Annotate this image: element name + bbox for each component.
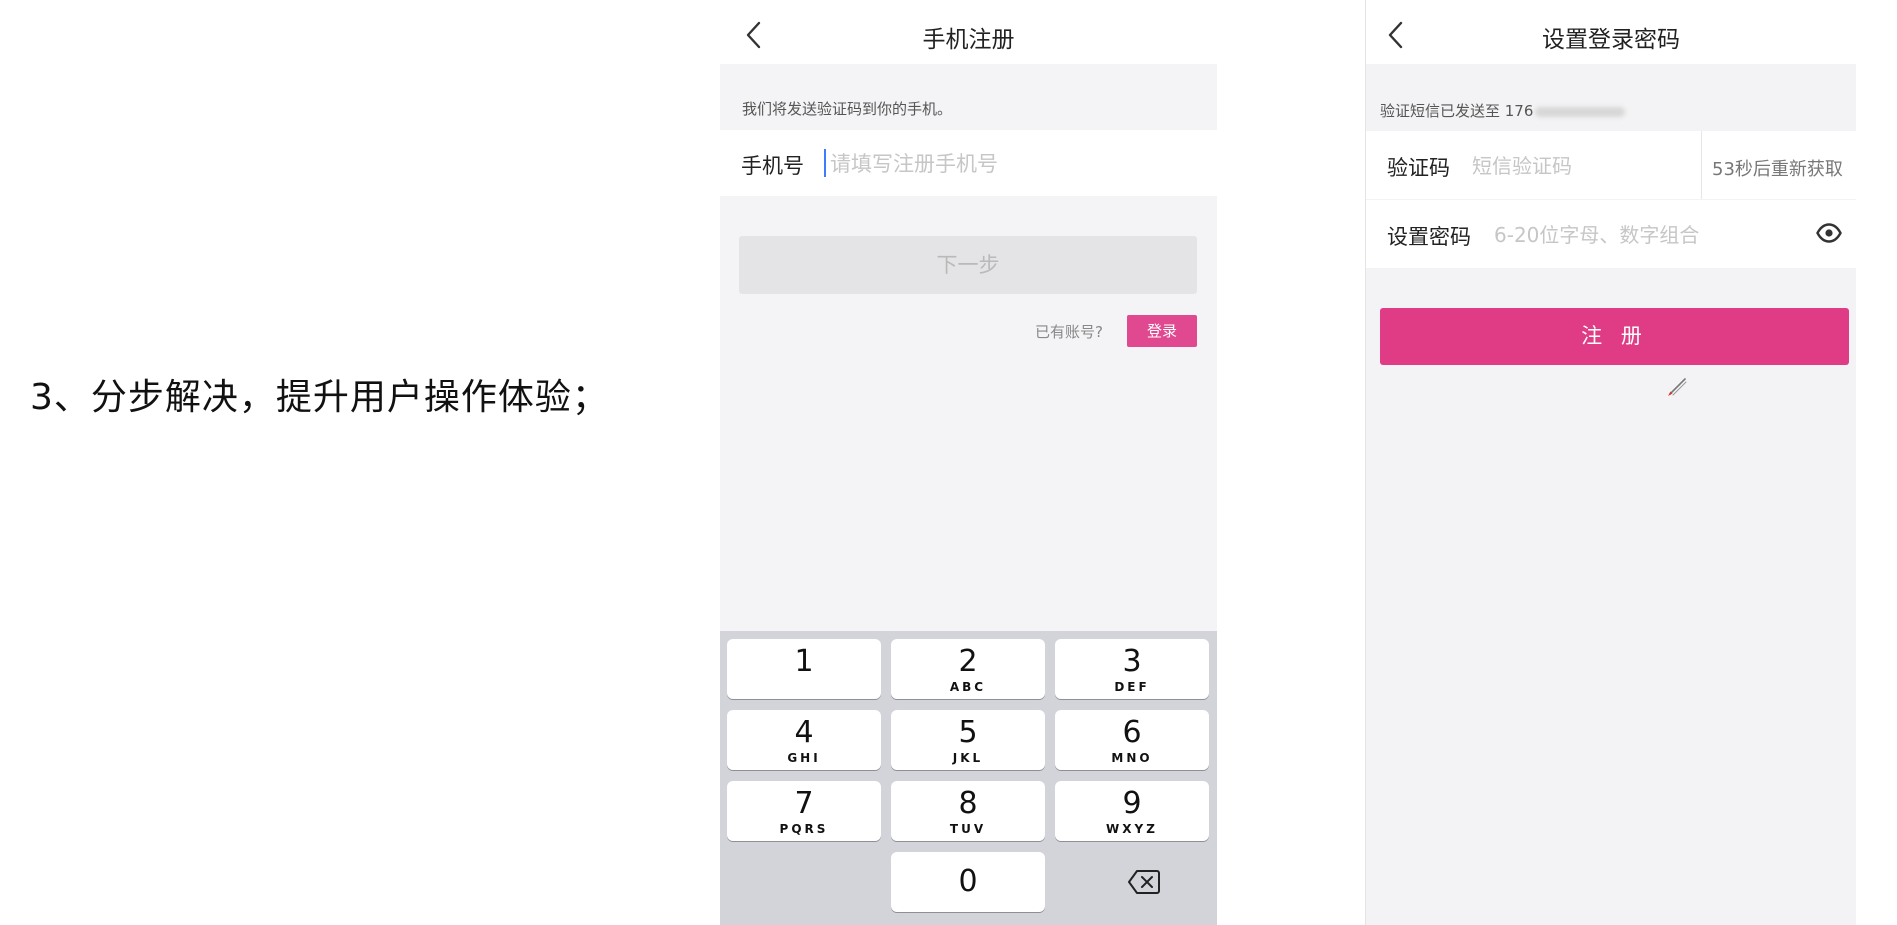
- password-input[interactable]: [1492, 216, 1806, 254]
- key-number: 3: [1122, 644, 1142, 679]
- phone-register-screen: 手机注册 我们将发送验证码到你的手机。 手机号 下一步 已有账号? 登录 1 2…: [720, 0, 1217, 925]
- password-label: 设置密码: [1387, 225, 1471, 249]
- backspace-icon[interactable]: [1127, 869, 1161, 895]
- key-number: 5: [958, 715, 978, 750]
- text-cursor: [824, 149, 826, 177]
- code-input[interactable]: [1470, 147, 1694, 185]
- key-4[interactable]: 4 GHI: [727, 710, 881, 770]
- key-letters: MNO: [1111, 751, 1153, 765]
- numeric-keypad: 1 2 ABC 3 DEF 4 GHI 5 JKL 6 MNO 7 PQRS 8: [720, 631, 1217, 925]
- caption-text: 3、分步解决，提升用户操作体验；: [30, 377, 609, 418]
- key-0[interactable]: 0: [891, 852, 1045, 912]
- next-step-button[interactable]: 下一步: [739, 236, 1197, 294]
- key-letters: DEF: [1114, 680, 1150, 694]
- login-button[interactable]: 登录: [1127, 315, 1197, 347]
- page-title: 手机注册: [922, 27, 1015, 53]
- nav-bar: 设置登录密码: [1366, 0, 1856, 64]
- phone-input-row: 手机号: [720, 130, 1217, 196]
- eye-icon[interactable]: [1816, 223, 1842, 243]
- nav-bar: 手机注册: [720, 0, 1217, 64]
- masked-phone-number: [1535, 106, 1626, 117]
- resend-countdown[interactable]: 53秒后重新获取: [1712, 155, 1843, 181]
- key-letters: PQRS: [779, 822, 829, 836]
- key-number: 9: [1122, 786, 1142, 821]
- pen-cursor-icon: [1666, 376, 1688, 398]
- set-password-screen: 设置登录密码 验证短信已发送至 176 验证码 53秒后重新获取 设置密码 注 …: [1365, 0, 1856, 925]
- key-number: 7: [794, 786, 814, 821]
- key-8[interactable]: 8 TUV: [891, 781, 1045, 841]
- key-1[interactable]: 1: [727, 639, 881, 699]
- key-number: 6: [1122, 715, 1142, 750]
- key-letters: TUV: [949, 822, 987, 836]
- key-2[interactable]: 2 ABC: [891, 639, 1045, 699]
- verification-code-row: 验证码 53秒后重新获取: [1366, 131, 1856, 199]
- key-3[interactable]: 3 DEF: [1055, 639, 1209, 699]
- key-number: 2: [958, 644, 978, 679]
- key-7[interactable]: 7 PQRS: [727, 781, 881, 841]
- key-number: 4: [794, 715, 814, 750]
- has-account-text: 已有账号?: [1035, 323, 1103, 341]
- page-title: 设置登录密码: [1542, 27, 1680, 53]
- divider: [1701, 131, 1702, 199]
- key-number: 1: [794, 644, 814, 679]
- key-6[interactable]: 6 MNO: [1055, 710, 1209, 770]
- phone-label: 手机号: [741, 154, 804, 178]
- password-row: 设置密码: [1366, 200, 1856, 268]
- phone-input[interactable]: [828, 144, 1192, 184]
- sms-sent-text: 验证短信已发送至 176: [1380, 102, 1534, 120]
- register-button[interactable]: 注 册: [1380, 308, 1849, 365]
- key-5[interactable]: 5 JKL: [891, 710, 1045, 770]
- key-letters: GHI: [787, 751, 821, 765]
- key-number: 8: [958, 786, 978, 821]
- key-number: 0: [958, 864, 978, 899]
- sms-sent-info: 验证短信已发送至 176: [1380, 100, 1626, 121]
- key-letters: ABC: [949, 680, 987, 694]
- info-text: 我们将发送验证码到你的手机。: [742, 100, 953, 118]
- key-letters: WXYZ: [1106, 822, 1158, 836]
- code-label: 验证码: [1387, 156, 1450, 180]
- key-letters: JKL: [952, 751, 984, 765]
- key-9[interactable]: 9 WXYZ: [1055, 781, 1209, 841]
